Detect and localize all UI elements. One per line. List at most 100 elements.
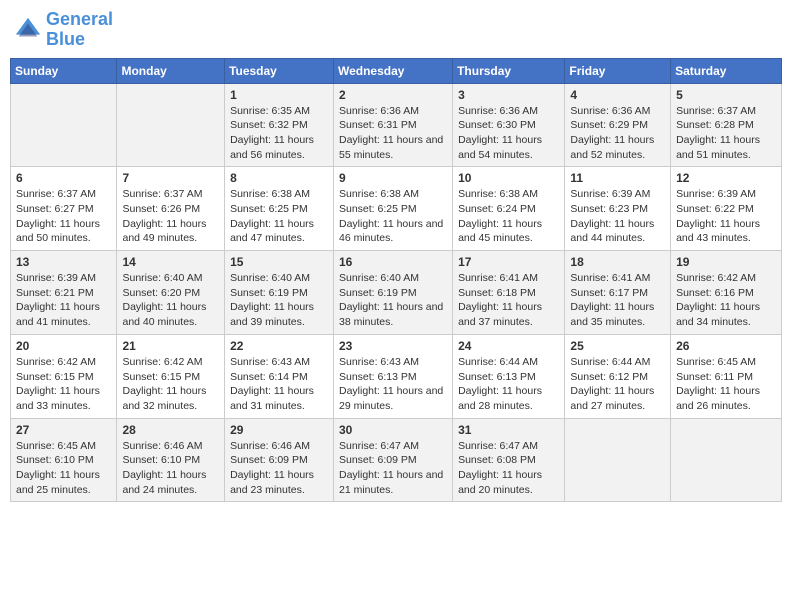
logo: General Blue: [14, 10, 113, 50]
calendar-week-row: 27Sunrise: 6:45 AMSunset: 6:10 PMDayligh…: [11, 418, 782, 502]
day-of-week-header: Wednesday: [333, 58, 452, 83]
day-number: 24: [458, 339, 560, 353]
day-number: 26: [676, 339, 777, 353]
calendar-cell: 17 Sunrise: 6:41 AMSunset: 6:18 PMDayligh…: [453, 251, 565, 335]
day-info: Sunrise: 6:37 AMSunset: 6:28 PMDaylight:…: [676, 104, 777, 163]
day-info: Sunrise: 6:39 AMSunset: 6:22 PMDaylight:…: [676, 187, 777, 246]
day-number: 28: [122, 423, 220, 437]
day-of-week-header: Thursday: [453, 58, 565, 83]
calendar-cell: 1 Sunrise: 6:35 AMSunset: 6:32 PMDaylight…: [225, 83, 334, 167]
day-number: 29: [230, 423, 329, 437]
day-info: Sunrise: 6:47 AMSunset: 6:08 PMDaylight:…: [458, 439, 560, 498]
day-info: Sunrise: 6:44 AMSunset: 6:13 PMDaylight:…: [458, 355, 560, 414]
day-info: Sunrise: 6:40 AMSunset: 6:19 PMDaylight:…: [230, 271, 329, 330]
calendar-cell: 26Sunrise: 6:45 AMSunset: 6:11 PMDayligh…: [671, 334, 782, 418]
calendar-cell: 23 Sunrise: 6:43 AMSunset: 6:13 PMDayligh…: [333, 334, 452, 418]
day-number: 17: [458, 255, 560, 269]
day-info: Sunrise: 6:46 AMSunset: 6:10 PMDaylight:…: [122, 439, 220, 498]
calendar-cell: 15 Sunrise: 6:40 AMSunset: 6:19 PMDayligh…: [225, 251, 334, 335]
day-info: Sunrise: 6:44 AMSunset: 6:12 PMDaylight:…: [570, 355, 666, 414]
day-number: 30: [339, 423, 448, 437]
calendar-cell: 27Sunrise: 6:45 AMSunset: 6:10 PMDayligh…: [11, 418, 117, 502]
day-of-week-header: Friday: [565, 58, 671, 83]
day-number: 1: [230, 88, 329, 102]
day-of-week-header: Sunday: [11, 58, 117, 83]
day-number: 2: [339, 88, 448, 102]
day-number: 5: [676, 88, 777, 102]
day-number: 22: [230, 339, 329, 353]
day-info: Sunrise: 6:41 AMSunset: 6:17 PMDaylight:…: [570, 271, 666, 330]
calendar-cell: 11 Sunrise: 6:39 AMSunset: 6:23 PMDayligh…: [565, 167, 671, 251]
day-number: 21: [122, 339, 220, 353]
calendar-cell: 14 Sunrise: 6:40 AMSunset: 6:20 PMDayligh…: [117, 251, 225, 335]
calendar-cell: 22 Sunrise: 6:43 AMSunset: 6:14 PMDayligh…: [225, 334, 334, 418]
day-number: 15: [230, 255, 329, 269]
day-info: Sunrise: 6:37 AMSunset: 6:26 PMDaylight:…: [122, 187, 220, 246]
logo-icon: [14, 16, 42, 44]
logo-text: General Blue: [46, 10, 113, 50]
calendar-cell: 30 Sunrise: 6:47 AMSunset: 6:09 PMDayligh…: [333, 418, 452, 502]
calendar-cell: [11, 83, 117, 167]
day-info: Sunrise: 6:39 AMSunset: 6:21 PMDaylight:…: [16, 271, 112, 330]
calendar-week-row: 6 Sunrise: 6:37 AMSunset: 6:27 PMDaylight…: [11, 167, 782, 251]
day-of-week-header: Monday: [117, 58, 225, 83]
calendar-cell: 25 Sunrise: 6:44 AMSunset: 6:12 PMDayligh…: [565, 334, 671, 418]
day-info: Sunrise: 6:37 AMSunset: 6:27 PMDaylight:…: [16, 187, 112, 246]
calendar-cell: 4 Sunrise: 6:36 AMSunset: 6:29 PMDaylight…: [565, 83, 671, 167]
calendar-cell: 28 Sunrise: 6:46 AMSunset: 6:10 PMDayligh…: [117, 418, 225, 502]
calendar-cell: 8 Sunrise: 6:38 AMSunset: 6:25 PMDaylight…: [225, 167, 334, 251]
calendar-week-row: 13 Sunrise: 6:39 AMSunset: 6:21 PMDayligh…: [11, 251, 782, 335]
calendar-cell: 29 Sunrise: 6:46 AMSunset: 6:09 PMDayligh…: [225, 418, 334, 502]
day-number: 13: [16, 255, 112, 269]
calendar-cell: 10Sunrise: 6:38 AMSunset: 6:24 PMDayligh…: [453, 167, 565, 251]
day-of-week-header: Tuesday: [225, 58, 334, 83]
day-number: 9: [339, 171, 448, 185]
calendar-cell: 19 Sunrise: 6:42 AMSunset: 6:16 PMDayligh…: [671, 251, 782, 335]
day-info: Sunrise: 6:38 AMSunset: 6:24 PMDaylight:…: [458, 187, 560, 246]
calendar-table: SundayMondayTuesdayWednesdayThursdayFrid…: [10, 58, 782, 503]
day-number: 4: [570, 88, 666, 102]
day-number: 3: [458, 88, 560, 102]
day-of-week-header: Saturday: [671, 58, 782, 83]
day-number: 23: [339, 339, 448, 353]
calendar-cell: 31Sunrise: 6:47 AMSunset: 6:08 PMDayligh…: [453, 418, 565, 502]
day-info: Sunrise: 6:40 AMSunset: 6:20 PMDaylight:…: [122, 271, 220, 330]
calendar-cell: 18 Sunrise: 6:41 AMSunset: 6:17 PMDayligh…: [565, 251, 671, 335]
calendar-cell: 21 Sunrise: 6:42 AMSunset: 6:15 PMDayligh…: [117, 334, 225, 418]
day-info: Sunrise: 6:47 AMSunset: 6:09 PMDaylight:…: [339, 439, 448, 498]
day-info: Sunrise: 6:35 AMSunset: 6:32 PMDaylight:…: [230, 104, 329, 163]
day-number: 18: [570, 255, 666, 269]
day-info: Sunrise: 6:42 AMSunset: 6:16 PMDaylight:…: [676, 271, 777, 330]
day-number: 16: [339, 255, 448, 269]
day-number: 11: [570, 171, 666, 185]
day-info: Sunrise: 6:45 AMSunset: 6:10 PMDaylight:…: [16, 439, 112, 498]
calendar-cell: 2 Sunrise: 6:36 AMSunset: 6:31 PMDaylight…: [333, 83, 452, 167]
calendar-week-row: 1 Sunrise: 6:35 AMSunset: 6:32 PMDaylight…: [11, 83, 782, 167]
day-info: Sunrise: 6:41 AMSunset: 6:18 PMDaylight:…: [458, 271, 560, 330]
calendar-cell: 12Sunrise: 6:39 AMSunset: 6:22 PMDayligh…: [671, 167, 782, 251]
day-info: Sunrise: 6:36 AMSunset: 6:31 PMDaylight:…: [339, 104, 448, 163]
calendar-cell: 3 Sunrise: 6:36 AMSunset: 6:30 PMDaylight…: [453, 83, 565, 167]
day-info: Sunrise: 6:43 AMSunset: 6:14 PMDaylight:…: [230, 355, 329, 414]
day-info: Sunrise: 6:42 AMSunset: 6:15 PMDaylight:…: [122, 355, 220, 414]
day-info: Sunrise: 6:42 AMSunset: 6:15 PMDaylight:…: [16, 355, 112, 414]
day-info: Sunrise: 6:36 AMSunset: 6:29 PMDaylight:…: [570, 104, 666, 163]
calendar-cell: 13 Sunrise: 6:39 AMSunset: 6:21 PMDayligh…: [11, 251, 117, 335]
calendar-cell: 9 Sunrise: 6:38 AMSunset: 6:25 PMDaylight…: [333, 167, 452, 251]
day-info: Sunrise: 6:46 AMSunset: 6:09 PMDaylight:…: [230, 439, 329, 498]
calendar-cell: 24 Sunrise: 6:44 AMSunset: 6:13 PMDayligh…: [453, 334, 565, 418]
day-number: 25: [570, 339, 666, 353]
day-number: 6: [16, 171, 112, 185]
day-info: Sunrise: 6:43 AMSunset: 6:13 PMDaylight:…: [339, 355, 448, 414]
day-info: Sunrise: 6:36 AMSunset: 6:30 PMDaylight:…: [458, 104, 560, 163]
day-info: Sunrise: 6:38 AMSunset: 6:25 PMDaylight:…: [339, 187, 448, 246]
day-info: Sunrise: 6:38 AMSunset: 6:25 PMDaylight:…: [230, 187, 329, 246]
calendar-cell: [671, 418, 782, 502]
calendar-cell: 5 Sunrise: 6:37 AMSunset: 6:28 PMDaylight…: [671, 83, 782, 167]
day-info: Sunrise: 6:39 AMSunset: 6:23 PMDaylight:…: [570, 187, 666, 246]
day-number: 19: [676, 255, 777, 269]
day-number: 8: [230, 171, 329, 185]
calendar-cell: 6 Sunrise: 6:37 AMSunset: 6:27 PMDaylight…: [11, 167, 117, 251]
page-header: General Blue: [10, 10, 782, 50]
day-number: 14: [122, 255, 220, 269]
